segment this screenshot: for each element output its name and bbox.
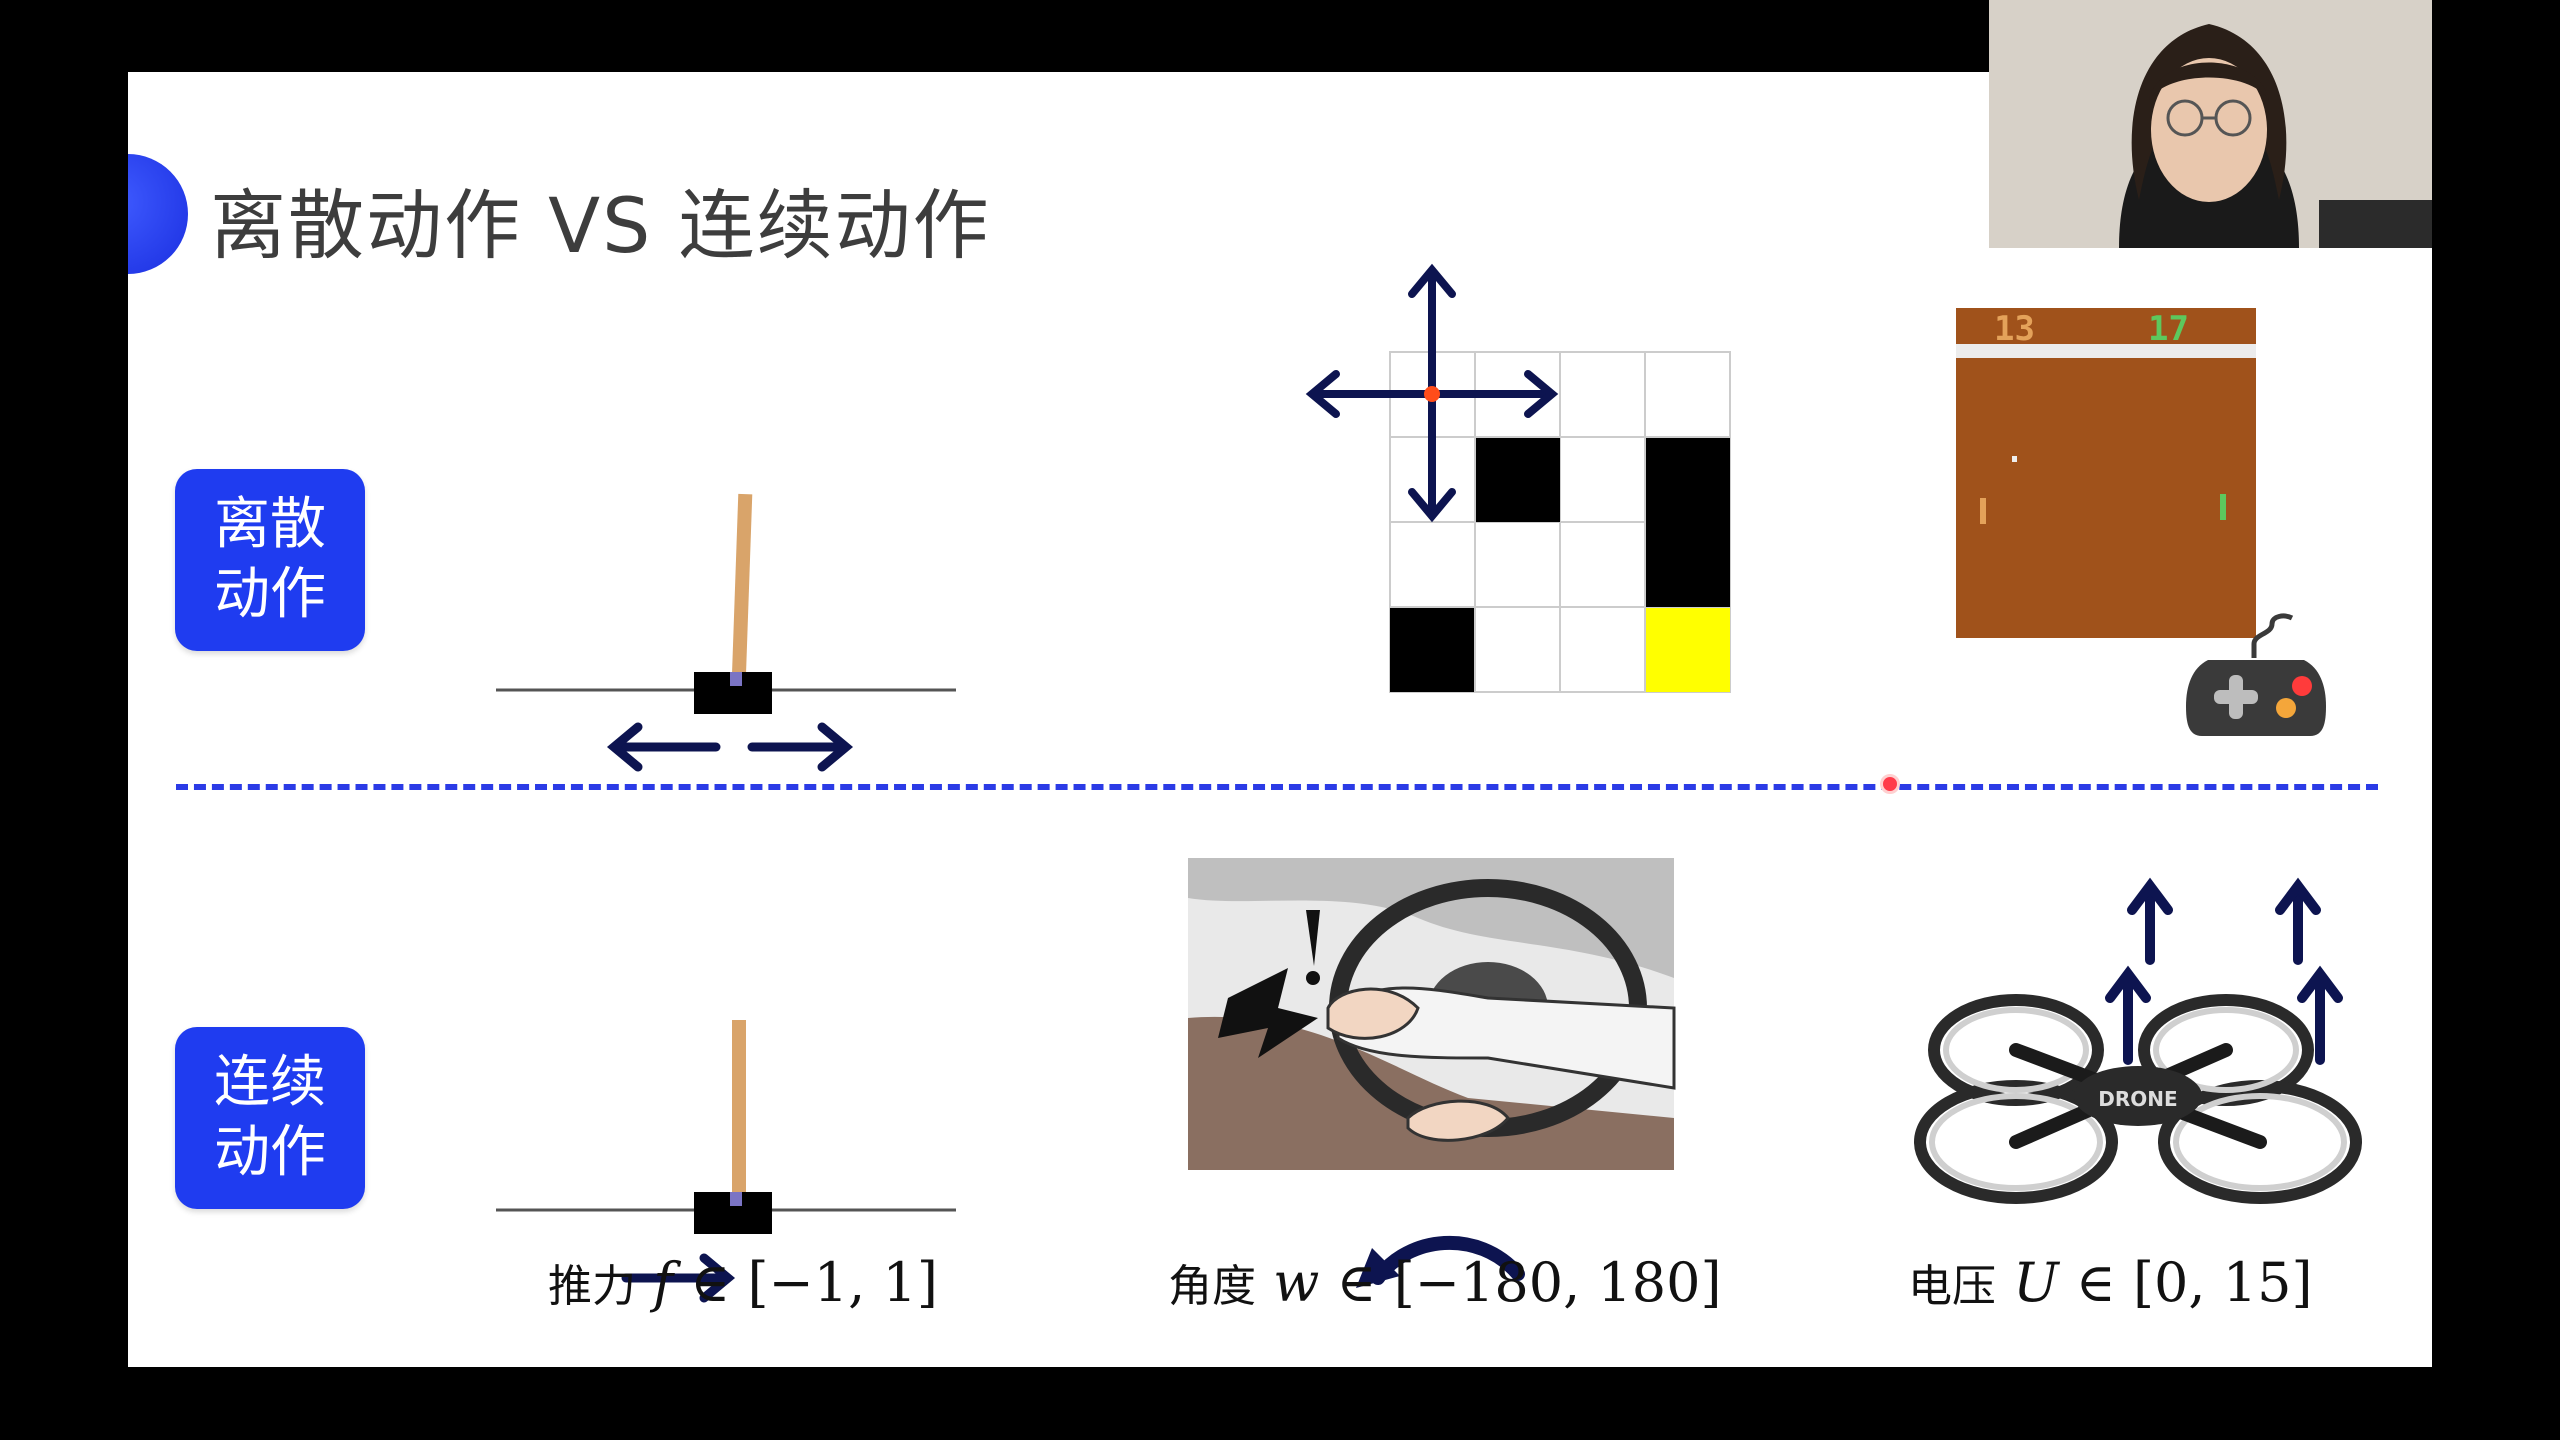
continuous-label-line2: 动作 (214, 1120, 326, 1185)
discrete-label-line1: 离散 (214, 492, 326, 557)
discrete-action-label: 离散 动作 (175, 469, 365, 651)
continuous-action-label: 连续 动作 (175, 1027, 365, 1209)
presenter-webcam-video (1989, 0, 2432, 248)
voltage-variable: U (2013, 1251, 2059, 1314)
voltage-label: 电压 (1908, 1261, 1996, 1312)
cartpole-discrete-icon (496, 493, 956, 772)
angle-formula: 角度 w ∈ [−180, 180] (1168, 1250, 1722, 1314)
pong-score-left: 13 (1994, 309, 2035, 349)
presenter-avatar (1989, 0, 2432, 248)
voltage-range: ∈ [0, 15] (2058, 1251, 2313, 1314)
thrust-formula: 推力 f ∈ [−1, 1] (548, 1250, 938, 1314)
thrust-variable: f (653, 1251, 674, 1314)
gridworld-icon (1305, 263, 1731, 693)
pong-game-icon: 13 17 (1956, 308, 2326, 736)
voltage-formula: 电压 U ∈ [0, 15] (1908, 1250, 2313, 1314)
angle-variable: w (1273, 1251, 1320, 1314)
angle-label: 角度 (1168, 1261, 1256, 1312)
title-bullet-icon (128, 154, 188, 274)
discrete-label-line2: 动作 (214, 562, 326, 627)
slide-title: 离散动作 VS 连续动作 (210, 181, 991, 270)
thrust-label: 推力 (548, 1261, 636, 1312)
drone-brand-label: DRONE (2098, 1087, 2177, 1111)
quadcopter-icon: DRONE (1914, 877, 2362, 1204)
pong-score-right: 17 (2148, 309, 2189, 349)
angle-range: ∈ [−180, 180] (1319, 1251, 1722, 1314)
section-divider (176, 784, 2378, 790)
continuous-label-line1: 连续 (214, 1050, 326, 1115)
slide: 离散动作 VS 连续动作 离散 动作 连续 动作 13 17 DRONE 推力 … (128, 72, 2432, 1367)
thrust-range: ∈ [−1, 1] (673, 1251, 938, 1314)
laser-pointer-dot (1880, 774, 1900, 794)
